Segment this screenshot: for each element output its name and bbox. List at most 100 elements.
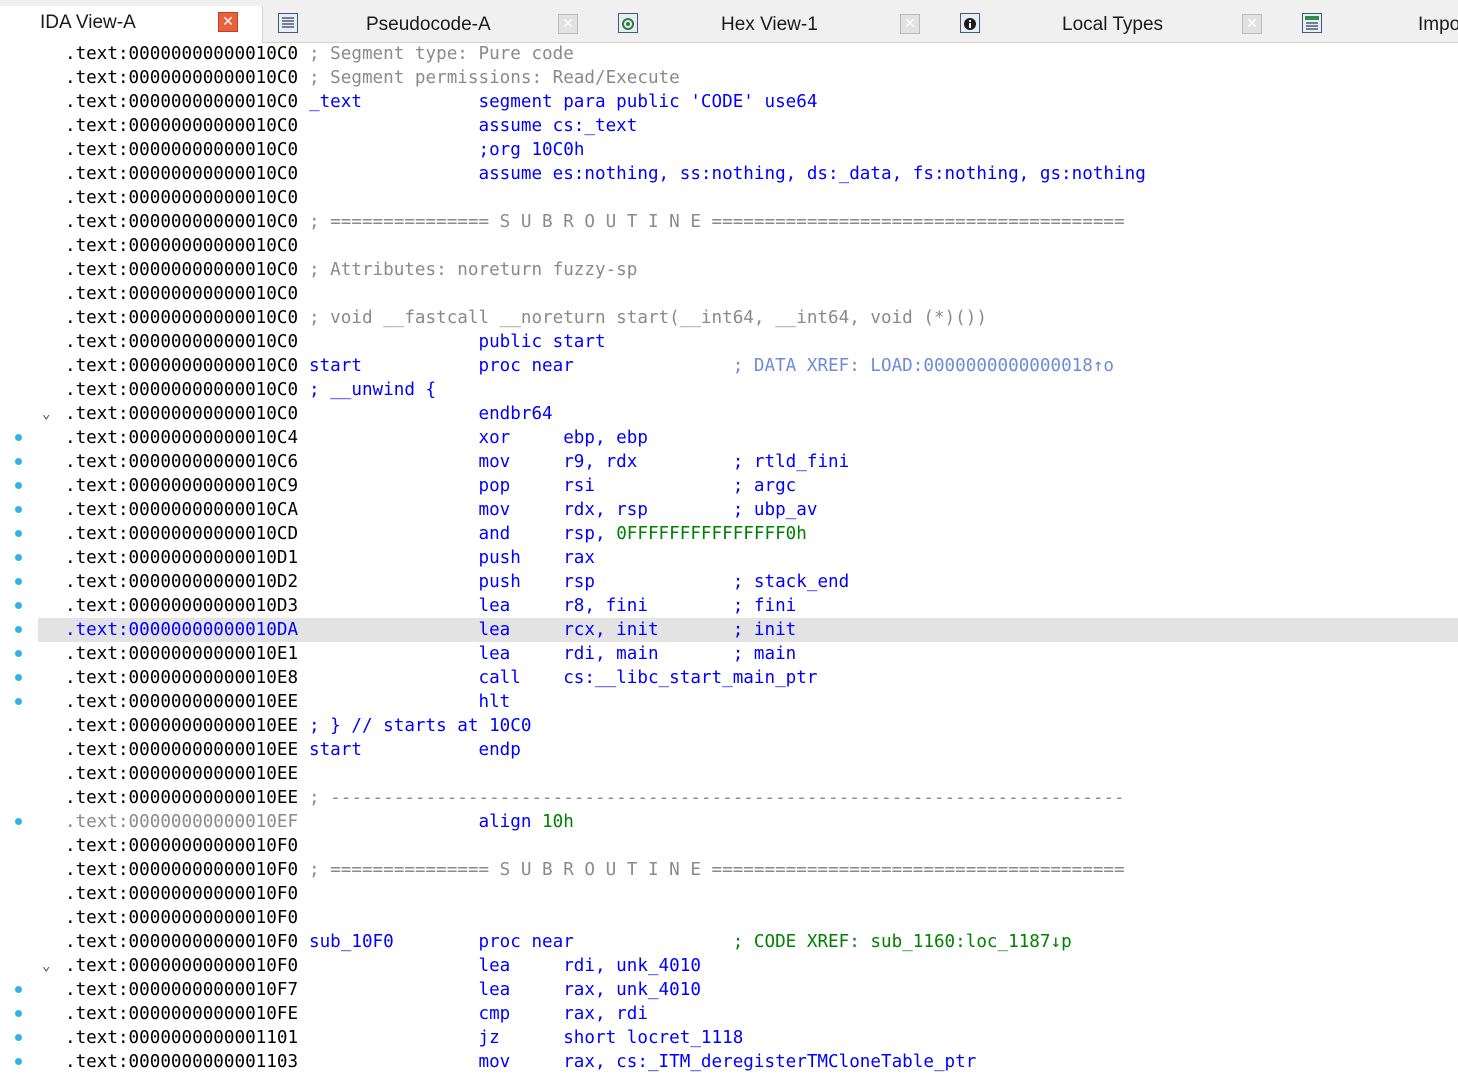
listing-line[interactable]: .text:00000000000010F0 [0,906,1458,930]
breakpoint-dot-icon[interactable] [15,578,22,585]
listing-line[interactable]: .text:00000000000010C0 assume es:nothing… [0,162,1458,186]
breakpoint-dot-icon[interactable] [15,1058,22,1065]
listing-line[interactable]: .text:00000000000010D1 push rax [0,546,1458,570]
breakpoint-dot-icon[interactable] [15,1034,22,1041]
breakpoint-dot-icon[interactable] [15,1010,22,1017]
listing-line[interactable]: .text:00000000000010EE hlt [0,690,1458,714]
listing-line[interactable]: .text:00000000000010CA mov rdx, rsp ; ub… [0,498,1458,522]
tab-ida-view-a[interactable]: IDA View-A ✕ [0,6,263,43]
listing-line[interactable]: .text:00000000000010F0 sub_10F0 proc near… [0,930,1458,954]
listing-line[interactable]: .text:00000000000010C0 ; void __fastcall … [0,306,1458,330]
tab-local-types[interactable]: Local Types ✕ [948,8,1278,42]
line-address: .text:00000000000010E1 [65,644,299,664]
line-address: .text:00000000000010CD [65,524,299,544]
listing-line[interactable]: .text:00000000000010C0 _text segment para… [0,90,1458,114]
tab-label: Pseudocode-A [366,14,491,35]
breakpoint-dot-icon[interactable] [15,602,22,609]
breakpoint-dot-icon[interactable] [15,506,22,513]
listing-line[interactable]: .text:00000000000010EE start endp [0,738,1458,762]
line-address: .text:00000000000010C0 [65,92,299,112]
disassembly-listing[interactable]: .text:00000000000010C0 ; Segment type: Pu… [0,42,1458,1072]
breakpoint-dot-icon[interactable] [15,818,22,825]
close-icon[interactable]: ✕ [218,12,238,32]
line-address: .text:00000000000010C4 [65,428,299,448]
pseudocode-icon [278,13,298,33]
line-address: .text:00000000000010F7 [65,980,299,1000]
line-content: _text segment para public 'CODE' use64 [309,92,818,112]
line-content: hlt [309,692,511,712]
line-address: .text:00000000000010C6 [65,452,299,472]
listing-line[interactable]: .text:00000000000010C0 assume cs:_text [0,114,1458,138]
listing-line[interactable]: .text:00000000000010F7 lea rax, unk_4010 [0,978,1458,1002]
breakpoint-dot-icon[interactable] [15,650,22,657]
line-content: lea rdi, main ; main [309,644,797,664]
listing-line[interactable]: .text:00000000000010C0 start proc near ; … [0,354,1458,378]
line-address: .text:00000000000010F0 [65,836,299,856]
breakpoint-dot-icon[interactable] [15,482,22,489]
listing-line[interactable]: .text:0000000000001101 jz short locret_1… [0,1026,1458,1050]
tab-imports[interactable]: Impo [1290,8,1458,42]
breakpoint-dot-icon[interactable] [15,458,22,465]
listing-line[interactable]: .text:00000000000010C9 pop rsi ; argc [0,474,1458,498]
listing-line[interactable]: .text:00000000000010EE [0,762,1458,786]
collapse-chevron-icon[interactable]: ⌄ [42,954,50,978]
line-content: ; } // starts at 10C0 [309,716,532,736]
listing-line[interactable]: .text:00000000000010C0 [0,282,1458,306]
line-content: ; Attributes: noreturn fuzzy-sp [309,260,638,280]
listing-line[interactable]: .text:00000000000010C0 ; Segment type: Pu… [0,42,1458,66]
listing-line-selected[interactable]: .text:00000000000010DA lea rcx, init ; i… [0,618,1458,642]
listing-line[interactable]: .text:00000000000010D2 push rsp ; stack_… [0,570,1458,594]
close-icon[interactable]: ✕ [558,14,578,34]
line-content: call cs:__libc_start_main_ptr [309,668,818,688]
line-address: .text:00000000000010C9 [65,476,299,496]
listing-line[interactable]: .text:00000000000010F0 ; =============== … [0,858,1458,882]
listing-line[interactable]: ⌄ .text:00000000000010F0 lea rdi, unk_401… [0,954,1458,978]
breakpoint-dot-icon[interactable] [15,986,22,993]
listing-line[interactable]: .text:00000000000010EF align 10h [0,810,1458,834]
close-icon[interactable]: ✕ [1242,14,1262,34]
line-content: and rsp, 0FFFFFFFFFFFFFFF0h [309,524,807,544]
listing-line[interactable]: .text:00000000000010C0 ;org 10C0h [0,138,1458,162]
line-address: .text:00000000000010F0 [65,884,299,904]
line-address: .text:0000000000001103 [65,1052,299,1072]
line-address: .text:00000000000010CA [65,500,299,520]
line-address: .text:00000000000010F0 [65,932,299,952]
listing-line[interactable]: .text:00000000000010F0 [0,834,1458,858]
close-icon[interactable]: ✕ [900,14,920,34]
listing-line[interactable]: .text:00000000000010C0 ; Segment permissi… [0,66,1458,90]
listing-line[interactable]: .text:00000000000010D3 lea r8, fini ; fi… [0,594,1458,618]
listing-line[interactable]: .text:00000000000010EE ; } // starts at 1… [0,714,1458,738]
breakpoint-dot-icon[interactable] [15,698,22,705]
listing-line[interactable]: .text:00000000000010C4 xor ebp, ebp [0,426,1458,450]
line-address: .text:00000000000010F0 [65,860,299,880]
breakpoint-dot-icon[interactable] [15,530,22,537]
line-content: cmp rax, rdi [309,1004,648,1024]
breakpoint-dot-icon[interactable] [15,554,22,561]
breakpoint-dot-icon[interactable] [15,434,22,441]
listing-line[interactable]: .text:00000000000010F0 [0,882,1458,906]
listing-line[interactable]: .text:00000000000010CD and rsp, 0FFFFFFF… [0,522,1458,546]
tab-pseudocode-a[interactable]: Pseudocode-A ✕ [266,8,596,42]
listing-line[interactable]: .text:00000000000010FE cmp rax, rdi [0,1002,1458,1026]
listing-line[interactable]: .text:00000000000010C0 public start [0,330,1458,354]
line-address: .text:00000000000010F0 [65,908,299,928]
listing-line[interactable]: .text:00000000000010C0 ; __unwind { [0,378,1458,402]
listing-line[interactable]: .text:00000000000010C6 mov r9, rdx ; rtl… [0,450,1458,474]
listing-line[interactable]: .text:00000000000010C0 [0,234,1458,258]
listing-line[interactable]: ⌄ .text:00000000000010C0 endbr64 [0,402,1458,426]
listing-line[interactable]: .text:00000000000010C0 ; Attributes: nore… [0,258,1458,282]
listing-line[interactable]: .text:00000000000010C0 [0,186,1458,210]
collapse-chevron-icon[interactable]: ⌄ [42,402,50,426]
line-address: .text:00000000000010C0 [65,68,299,88]
listing-line[interactable]: .text:00000000000010E1 lea rdi, main ; m… [0,642,1458,666]
listing-line[interactable]: .text:00000000000010E8 call cs:__libc_st… [0,666,1458,690]
listing-line[interactable]: .text:00000000000010EE ; ----------------… [0,786,1458,810]
listing-line[interactable]: .text:00000000000010C0 ; =============== … [0,210,1458,234]
line-content: mov rax, cs:_ITM_deregisterTMCloneTable_… [309,1052,977,1072]
tab-hex-view-1[interactable]: Hex View-1 ✕ [606,8,936,42]
breakpoint-dot-icon[interactable] [15,674,22,681]
line-content: ; void __fastcall __noreturn start(__int… [309,308,987,328]
breakpoint-dot-icon[interactable] [15,626,22,633]
listing-line[interactable]: .text:0000000000001103 mov rax, cs:_ITM_… [0,1050,1458,1074]
tab-label: IDA View-A [40,12,136,33]
